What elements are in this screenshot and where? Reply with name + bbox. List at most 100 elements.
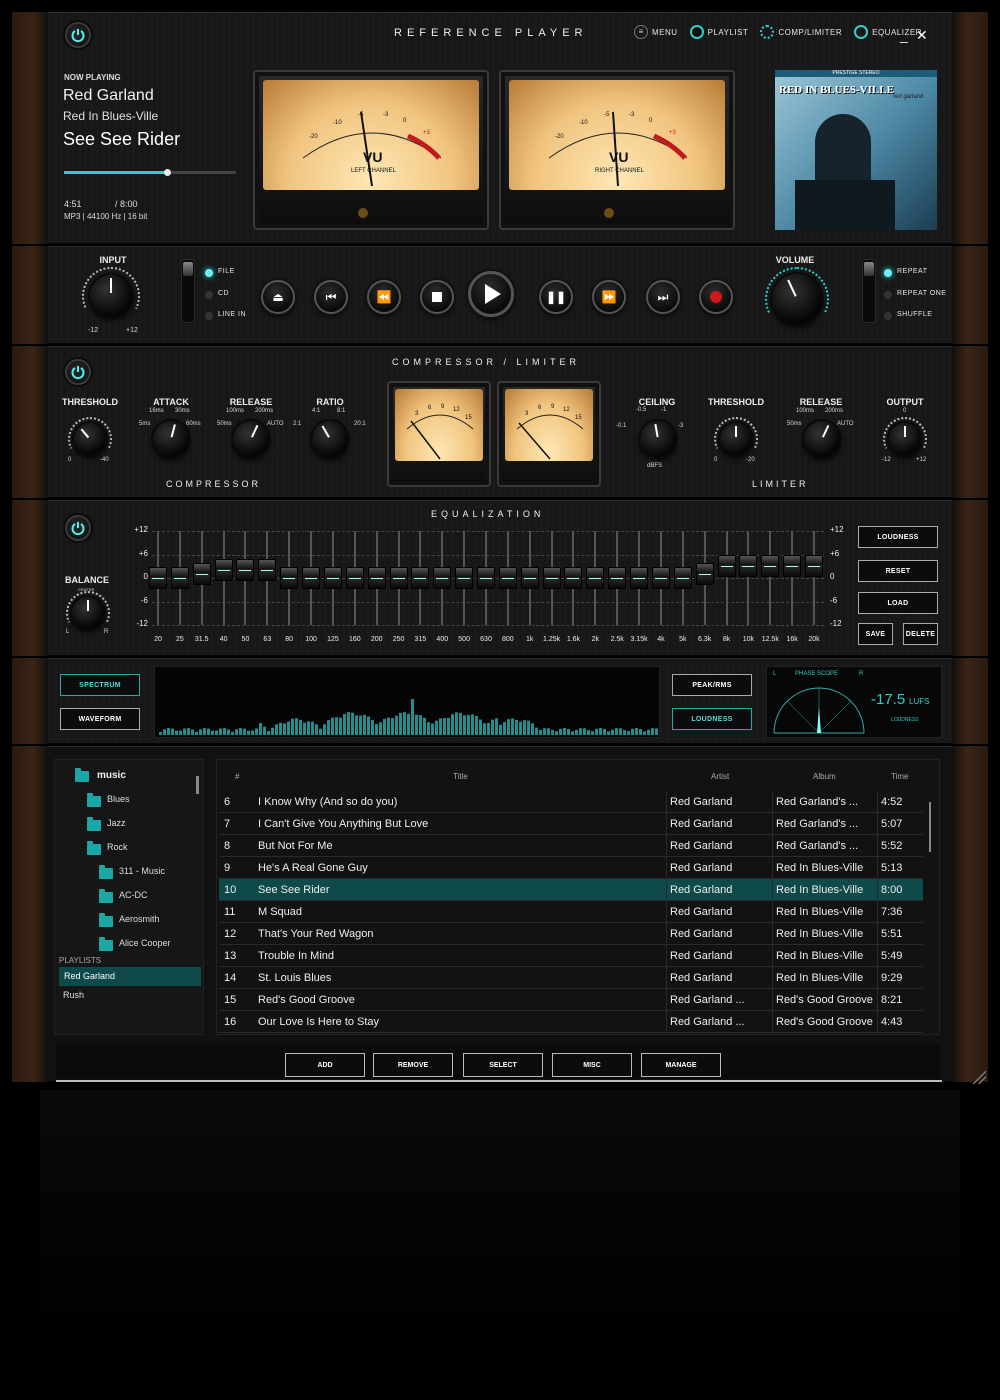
load-button[interactable]: LOAD bbox=[858, 592, 938, 614]
input-knob[interactable] bbox=[90, 275, 132, 317]
table-row[interactable]: 12 That's Your Red Wagon Red Garland Red In… bbox=[219, 923, 923, 945]
select-button[interactable]: SELECT bbox=[463, 1053, 543, 1077]
table-row[interactable]: 11 M Squad Red Garland Red In Blues-Ville 7:… bbox=[219, 901, 923, 923]
tree-folder[interactable]: Rock bbox=[107, 842, 128, 852]
balance-knob[interactable] bbox=[72, 597, 104, 629]
eq-slider-500[interactable] bbox=[455, 567, 474, 589]
comp-threshold-knob[interactable] bbox=[74, 423, 106, 455]
mode-radio-repeat-one[interactable] bbox=[884, 291, 892, 299]
eq-power-icon[interactable] bbox=[65, 515, 91, 541]
col-album[interactable]: Album bbox=[813, 772, 836, 781]
save-button[interactable]: SAVE bbox=[858, 623, 893, 645]
lim-release-knob[interactable] bbox=[804, 421, 840, 457]
mode-radio-shuffle[interactable] bbox=[884, 312, 892, 320]
table-row[interactable]: 15 Red's Good Groove Red Garland ... Red's … bbox=[219, 989, 923, 1011]
table-row[interactable]: 13 Trouble In Mind Red Garland Red In Blues… bbox=[219, 945, 923, 967]
source-switch[interactable] bbox=[181, 259, 195, 323]
playlist-button[interactable]: PLAYLIST bbox=[689, 25, 749, 39]
table-row[interactable]: 14 St. Louis Blues Red Garland Red In Blues… bbox=[219, 967, 923, 989]
table-row[interactable]: 9 He's A Real Gone Guy Red Garland Red In B… bbox=[219, 857, 923, 879]
eq-slider-3.15k[interactable] bbox=[630, 567, 649, 589]
mode-radio-repeat[interactable] bbox=[884, 269, 892, 277]
eq-slider-800[interactable] bbox=[498, 567, 517, 589]
tree-root[interactable]: music bbox=[97, 770, 126, 781]
ceiling-knob[interactable] bbox=[640, 421, 676, 457]
eq-slider-1k[interactable] bbox=[520, 567, 539, 589]
eq-slider-20k[interactable] bbox=[805, 555, 823, 578]
eq-slider-400[interactable] bbox=[433, 567, 452, 589]
eq-slider-10k[interactable] bbox=[739, 555, 758, 578]
col-title[interactable]: Title bbox=[453, 772, 468, 781]
lim-threshold-knob[interactable] bbox=[720, 423, 752, 455]
pause-button[interactable]: ❚❚ bbox=[539, 280, 573, 314]
stop-button[interactable] bbox=[420, 280, 454, 314]
eq-slider-160[interactable] bbox=[345, 567, 364, 589]
resize-grip-icon[interactable] bbox=[972, 1070, 986, 1084]
comp-release-knob[interactable] bbox=[233, 421, 269, 457]
misc-button[interactable]: MISC bbox=[552, 1053, 632, 1077]
next-track-button[interactable]: ⏭ bbox=[646, 280, 680, 314]
tree-folder[interactable]: Alice Cooper bbox=[119, 938, 171, 948]
eq-slider-315[interactable] bbox=[411, 567, 430, 589]
eq-slider-25[interactable] bbox=[170, 567, 189, 589]
reset-button[interactable]: RESET bbox=[858, 560, 938, 582]
minimize-button[interactable]: _ bbox=[900, 27, 908, 43]
fast-forward-button[interactable]: ⏩ bbox=[592, 280, 626, 314]
tree-folder[interactable]: 311 - Music bbox=[119, 866, 165, 876]
attack-knob[interactable] bbox=[153, 421, 189, 457]
eq-slider-2k[interactable] bbox=[586, 567, 605, 589]
tree-folder[interactable]: Jazz bbox=[107, 818, 126, 828]
table-row[interactable]: 8 But Not For Me Red Garland Red Garland's … bbox=[219, 835, 923, 857]
analyzer-loudness-button[interactable]: LOUDNESS bbox=[672, 708, 752, 730]
eq-slider-12.5k[interactable] bbox=[761, 555, 780, 578]
record-button[interactable] bbox=[699, 280, 733, 314]
comp-limiter-button[interactable]: COMP/LIMITER bbox=[760, 25, 842, 39]
eq-slider-50[interactable] bbox=[236, 559, 255, 582]
col-time[interactable]: Time bbox=[891, 772, 908, 781]
eq-slider-2.5k[interactable] bbox=[608, 567, 627, 589]
progress-handle[interactable] bbox=[164, 169, 171, 176]
play-button[interactable] bbox=[468, 271, 514, 317]
eq-slider-31.5[interactable] bbox=[192, 563, 211, 586]
rewind-button[interactable]: ⏪ bbox=[367, 280, 401, 314]
power-icon[interactable] bbox=[65, 22, 91, 48]
eq-slider-250[interactable] bbox=[389, 567, 408, 589]
table-row[interactable]: 7 I Can't Give You Anything But Love Red G… bbox=[219, 813, 923, 835]
eq-slider-200[interactable] bbox=[367, 567, 386, 589]
eq-slider-80[interactable] bbox=[280, 567, 299, 589]
peak-rms-button[interactable]: PEAK/RMS bbox=[672, 674, 752, 696]
table-row[interactable]: 16 Our Love Is Here to Stay Red Garland ..… bbox=[219, 1011, 923, 1033]
close-button[interactable]: ✕ bbox=[916, 27, 928, 44]
add-button[interactable]: ADD bbox=[285, 1053, 365, 1077]
eq-slider-1.25k[interactable] bbox=[542, 567, 561, 589]
ratio-knob[interactable] bbox=[312, 421, 348, 457]
eq-slider-20[interactable] bbox=[149, 567, 167, 589]
table-row[interactable]: 10 See See Rider Red Garland Red In Blues-V… bbox=[219, 879, 923, 901]
previous-track-button[interactable]: ⏮ bbox=[314, 280, 348, 314]
tree-folder[interactable]: AC-DC bbox=[119, 890, 148, 900]
eq-slider-1.6k[interactable] bbox=[564, 567, 583, 589]
eq-slider-125[interactable] bbox=[323, 567, 342, 589]
col-number[interactable]: # bbox=[235, 772, 239, 781]
compressor-power-icon[interactable] bbox=[65, 359, 91, 385]
col-artist[interactable]: Artist bbox=[711, 772, 729, 781]
delete-button[interactable]: DELETE bbox=[903, 623, 938, 645]
loudness-button[interactable]: LOUDNESS bbox=[858, 526, 938, 548]
eq-slider-6.3k[interactable] bbox=[695, 563, 714, 586]
tree-folder[interactable]: Blues bbox=[107, 794, 130, 804]
tree-scrollbar[interactable] bbox=[196, 776, 199, 794]
source-radio-line-in[interactable] bbox=[205, 312, 213, 320]
volume-knob[interactable] bbox=[772, 274, 822, 324]
remove-button[interactable]: REMOVE bbox=[373, 1053, 453, 1077]
eq-slider-8k[interactable] bbox=[717, 555, 736, 578]
table-scrollbar[interactable] bbox=[929, 802, 931, 852]
spectrum-button[interactable]: SPECTRUM bbox=[60, 674, 140, 696]
source-radio-file[interactable] bbox=[205, 269, 213, 277]
table-row[interactable]: 6 I Know Why (And so do you) Red Garland Re… bbox=[219, 791, 923, 813]
source-radio-cd[interactable] bbox=[205, 291, 213, 299]
eq-slider-630[interactable] bbox=[477, 567, 495, 589]
output-knob[interactable] bbox=[889, 423, 921, 455]
mode-switch[interactable] bbox=[862, 259, 876, 323]
eq-slider-40[interactable] bbox=[214, 559, 233, 582]
eject-button[interactable]: ⏏ bbox=[261, 280, 295, 314]
